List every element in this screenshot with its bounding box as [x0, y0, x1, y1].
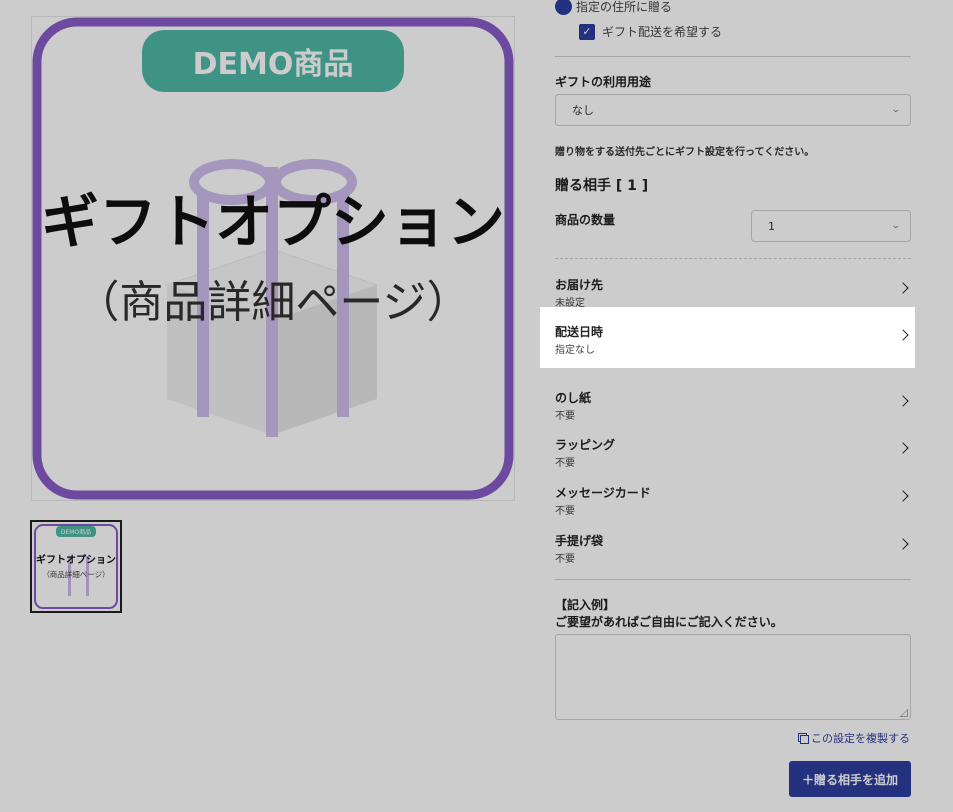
address-radio-option[interactable]: 指定の住所に贈る — [555, 0, 672, 16]
setting-wrapping[interactable]: ラッピング 不要 — [555, 436, 911, 472]
chevron-right-icon — [897, 329, 909, 341]
setting-value: 不要 — [555, 554, 575, 565]
address-radio-label: 指定の住所に贈る — [576, 0, 673, 14]
product-badge-text: DEMO商品 — [193, 47, 354, 82]
add-recipient-button[interactable]: ＋贈る相手を追加 — [789, 761, 911, 797]
highlighted-setting-panel: 配送日時 指定なし — [540, 307, 915, 368]
usage-select[interactable]: なし ⌄ — [555, 94, 911, 126]
remarks-heading: 【記入例】 ご要望があればご自由にご記入ください。 — [555, 597, 783, 631]
chevron-down-icon: ⌄ — [891, 221, 902, 231]
copy-settings-label: この設定を複製する — [811, 732, 910, 745]
chevron-right-icon — [897, 490, 909, 502]
chevron-right-icon — [897, 538, 909, 550]
product-image-title: ギフトオプション — [41, 188, 505, 256]
recipient-title: 贈る相手 [ 1 ] — [555, 178, 649, 194]
setting-message-card[interactable]: メッセージカード 不要 — [555, 484, 911, 520]
resize-handle-icon[interactable] — [900, 709, 908, 717]
dashed-divider — [555, 258, 911, 259]
quantity-select[interactable]: 1 ⌄ — [751, 210, 911, 242]
chevron-right-icon — [897, 395, 909, 407]
quantity-label: 商品の数量 — [555, 213, 616, 227]
chevron-right-icon — [897, 442, 909, 454]
chevron-down-icon: ⌄ — [891, 105, 902, 115]
setting-noshi[interactable]: のし紙 不要 — [555, 389, 911, 425]
chevron-right-icon — [897, 282, 909, 294]
usage-label: ギフトの利用用途 — [555, 75, 652, 89]
instruction-note: 贈り物をする送付先ごとにギフト設定を行ってください。 — [555, 147, 815, 158]
divider — [555, 579, 911, 580]
checkbox-checked-icon[interactable]: ✓ — [579, 23, 595, 40]
setting-value: 不要 — [555, 506, 575, 517]
remarks-textarea[interactable] — [555, 634, 911, 720]
product-main-image: DEMO商品 ギフトオプション （商品詳細ページ） — [31, 16, 515, 501]
product-thumbnail[interactable]: DEMO商品 ギフトオプション （商品詳細ページ） — [30, 520, 122, 613]
setting-paper-bag[interactable]: 手提げ袋 不要 — [555, 532, 911, 568]
gift-delivery-label: ギフト配送を希望する — [602, 25, 723, 39]
thumb-badge-text: DEMO商品 — [61, 528, 91, 536]
product-image-subtitle: （商品詳細ページ） — [75, 277, 470, 328]
usage-select-value: なし — [572, 104, 594, 117]
setting-title: ラッピング — [555, 438, 616, 452]
setting-title: のし紙 — [555, 391, 592, 405]
setting-value: 指定なし — [555, 345, 595, 356]
thumb-title-text: ギフトオプション — [36, 553, 116, 566]
setting-value: 不要 — [555, 458, 575, 469]
remarks-example-label: 【記入例】 — [555, 598, 616, 612]
thumb-subtitle-text: （商品詳細ページ） — [42, 569, 109, 579]
copy-icon — [800, 734, 809, 744]
setting-title: メッセージカード — [555, 486, 651, 500]
setting-title: お届け先 — [555, 278, 604, 292]
copy-settings-link[interactable]: この設定を複製する — [800, 730, 910, 746]
setting-title: 配送日時 — [555, 325, 604, 339]
gift-delivery-option[interactable]: ✓ ギフト配送を希望する — [579, 23, 722, 40]
setting-value: 不要 — [555, 411, 575, 422]
quantity-select-value: 1 — [768, 219, 775, 233]
radio-selected-icon[interactable] — [555, 0, 572, 15]
divider — [555, 56, 911, 57]
setting-delivery-datetime[interactable]: 配送日時 指定なし — [555, 323, 911, 359]
setting-title: 手提げ袋 — [555, 534, 604, 548]
remarks-prompt: ご要望があればご自由にご記入ください。 — [555, 615, 783, 629]
